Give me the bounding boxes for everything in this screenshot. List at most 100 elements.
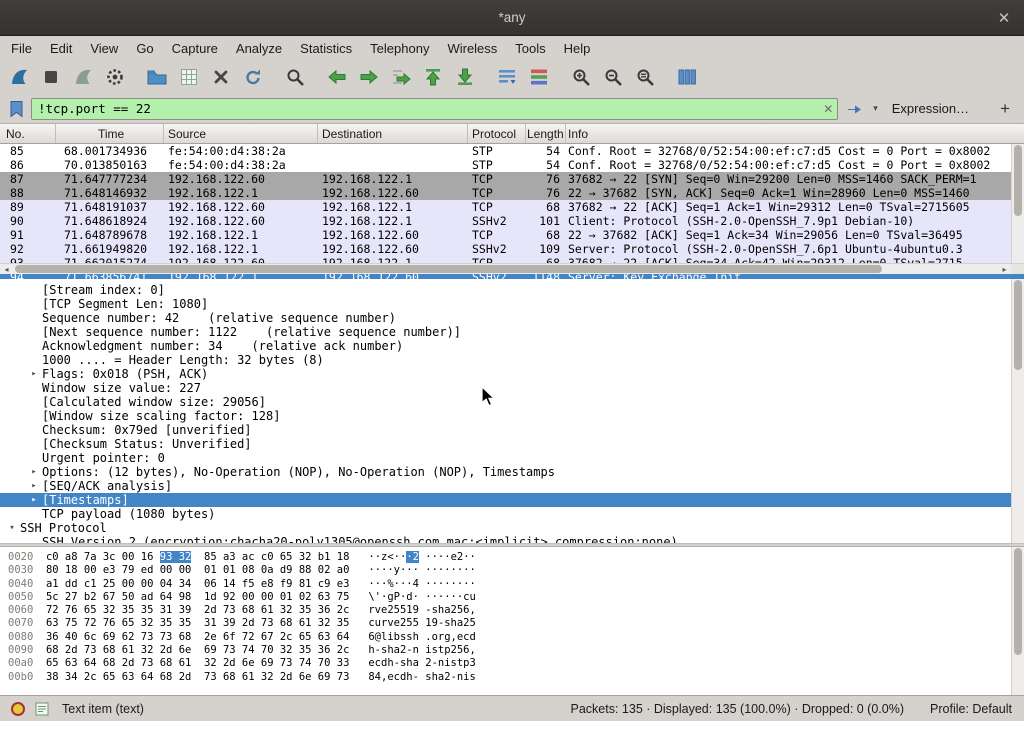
menu-capture[interactable]: Capture: [163, 38, 227, 59]
hex-row-0020[interactable]: 0020 c0 a8 7a 3c 00 16 93 32 85 a3 ac c0…: [8, 551, 1024, 564]
column-header-info[interactable]: Info: [566, 124, 1024, 143]
packet-row-91[interactable]: 9171.648789678192.168.122.1192.168.122.6…: [0, 228, 1024, 242]
auto-scroll-icon[interactable]: [492, 63, 522, 91]
status-profile[interactable]: Profile: Default: [930, 702, 1012, 716]
packet-row-87[interactable]: 8771.647777234192.168.122.60192.168.122.…: [0, 172, 1024, 186]
detail-line[interactable]: ▸[SEQ/ACK analysis]: [0, 479, 1024, 493]
packet-row-88[interactable]: 8871.648146932192.168.122.1192.168.122.6…: [0, 186, 1024, 200]
packet-row-86[interactable]: 8670.013850163fe:54:00:d4:38:2aSTP54Conf…: [0, 158, 1024, 172]
detail-line[interactable]: ▸Flags: 0x018 (PSH, ACK): [0, 367, 1024, 381]
packet-row-85[interactable]: 8568.001734936fe:54:00:d4:38:2aSTP54Conf…: [0, 144, 1024, 158]
detail-line[interactable]: [Checksum Status: Unverified]: [0, 437, 1024, 451]
go-to-packet-icon[interactable]: [386, 63, 416, 91]
packet-row-90[interactable]: 9071.648618924192.168.122.60192.168.122.…: [0, 214, 1024, 228]
hscroll-thumb[interactable]: [15, 265, 882, 273]
stop-capture-icon[interactable]: [36, 63, 66, 91]
detail-line[interactable]: [Next sequence number: 1122 (relative se…: [0, 325, 1024, 339]
close-window-button[interactable]: ✕: [992, 6, 1016, 30]
menu-tools[interactable]: Tools: [506, 38, 554, 59]
detail-line[interactable]: [Calculated window size: 29056]: [0, 395, 1024, 409]
restart-capture-icon[interactable]: [68, 63, 98, 91]
menu-file[interactable]: File: [2, 38, 41, 59]
detail-line[interactable]: Sequence number: 42 (relative sequence n…: [0, 311, 1024, 325]
hex-row-0070[interactable]: 0070 63 75 72 76 65 32 35 35 31 39 2d 73…: [8, 617, 1024, 630]
expander-collapsed-icon[interactable]: ▸: [26, 367, 42, 381]
filter-dropdown-caret-icon[interactable]: ▾: [870, 103, 881, 114]
save-file-icon[interactable]: [174, 63, 204, 91]
close-file-icon[interactable]: [206, 63, 236, 91]
menu-help[interactable]: Help: [555, 38, 600, 59]
expander-collapsed-icon[interactable]: ▸: [26, 493, 42, 507]
resize-columns-icon[interactable]: [672, 63, 702, 91]
column-header-time[interactable]: Time: [56, 124, 164, 143]
packet-row-92[interactable]: 9271.661949820192.168.122.1192.168.122.6…: [0, 242, 1024, 256]
filter-clear-icon[interactable]: ✕: [819, 100, 837, 118]
detail-line[interactable]: Urgent pointer: 0: [0, 451, 1024, 465]
go-forward-icon[interactable]: [354, 63, 384, 91]
hex-row-0040[interactable]: 0040 a1 dd c1 25 00 00 04 34 06 14 f5 e8…: [8, 578, 1024, 591]
filter-bookmark-icon[interactable]: [6, 98, 26, 120]
expression-button[interactable]: Expression…: [886, 101, 975, 116]
column-header-length[interactable]: Length: [526, 124, 566, 143]
filter-apply-button[interactable]: [843, 100, 865, 118]
detail-line[interactable]: [TCP Segment Len: 1080]: [0, 297, 1024, 311]
menu-analyze[interactable]: Analyze: [227, 38, 291, 59]
hex-row-0030[interactable]: 0030 80 18 00 e3 79 ed 00 00 01 01 08 0a…: [8, 564, 1024, 577]
hex-vscrollbar[interactable]: [1011, 547, 1024, 695]
titlebar[interactable]: *any ✕: [0, 0, 1024, 36]
detail-line[interactable]: 1000 .... = Header Length: 32 bytes (8): [0, 353, 1024, 367]
find-packet-icon[interactable]: [280, 63, 310, 91]
packet-row-89[interactable]: 8971.648191037192.168.122.60192.168.122.…: [0, 200, 1024, 214]
detail-line[interactable]: ▾SSH Protocol: [0, 521, 1024, 535]
go-top-icon[interactable]: [418, 63, 448, 91]
column-header-source[interactable]: Source: [164, 124, 318, 143]
detail-line[interactable]: TCP payload (1080 bytes): [0, 507, 1024, 521]
zoom-out-icon[interactable]: [598, 63, 628, 91]
capture-comment-icon[interactable]: [32, 699, 52, 719]
expert-info-icon[interactable]: [8, 699, 28, 719]
detail-line[interactable]: Acknowledgment number: 34 (relative ack …: [0, 339, 1024, 353]
detail-line[interactable]: [Window size scaling factor: 128]: [0, 409, 1024, 423]
menu-go[interactable]: Go: [127, 38, 162, 59]
menu-wireless[interactable]: Wireless: [438, 38, 506, 59]
detail-line[interactable]: ▸[Timestamps]: [0, 493, 1024, 507]
display-filter-input[interactable]: [32, 101, 819, 116]
scroll-right-icon[interactable]: ▸: [998, 264, 1011, 274]
capture-options-icon[interactable]: [100, 63, 130, 91]
hex-row-0080[interactable]: 0080 36 40 6c 69 62 73 73 68 2e 6f 72 67…: [8, 631, 1024, 644]
hex-row-0050[interactable]: 0050 5c 27 b2 67 50 ad 64 98 1d 92 00 00…: [8, 591, 1024, 604]
open-file-icon[interactable]: [142, 63, 172, 91]
packet-list-hscrollbar[interactable]: ◂ ▸: [0, 263, 1024, 274]
expander-collapsed-icon[interactable]: ▸: [26, 465, 42, 479]
details-vscrollbar[interactable]: [1011, 279, 1024, 543]
detail-line[interactable]: ▸Options: (12 bytes), No-Operation (NOP)…: [0, 465, 1024, 479]
column-header-no[interactable]: No.: [0, 124, 56, 143]
reload-icon[interactable]: [238, 63, 268, 91]
packet-list-vscrollbar[interactable]: [1011, 144, 1024, 263]
expander-expanded-icon[interactable]: ▾: [4, 521, 20, 535]
cell-dst: 192.168.122.60: [318, 186, 468, 200]
go-bottom-icon[interactable]: [450, 63, 480, 91]
go-back-icon[interactable]: [322, 63, 352, 91]
hex-row-0060[interactable]: 0060 72 76 65 32 35 35 31 39 2d 73 68 61…: [8, 604, 1024, 617]
detail-line[interactable]: [Stream index: 0]: [0, 283, 1024, 297]
scroll-left-icon[interactable]: ◂: [0, 264, 13, 274]
column-header-protocol[interactable]: Protocol: [468, 124, 526, 143]
zoom-in-icon[interactable]: [566, 63, 596, 91]
detail-line[interactable]: Window size value: 227: [0, 381, 1024, 395]
menu-edit[interactable]: Edit: [41, 38, 81, 59]
detail-line[interactable]: Checksum: 0x79ed [unverified]: [0, 423, 1024, 437]
expander-collapsed-icon[interactable]: ▸: [26, 479, 42, 493]
add-filter-button[interactable]: +: [994, 99, 1016, 119]
start-capture-icon[interactable]: [4, 63, 34, 91]
zoom-original-icon[interactable]: [630, 63, 660, 91]
menu-view[interactable]: View: [81, 38, 127, 59]
colorize-icon[interactable]: [524, 63, 554, 91]
menu-statistics[interactable]: Statistics: [291, 38, 361, 59]
detail-line[interactable]: SSH Version 2 (encryption:chacha20-poly1…: [0, 535, 1024, 543]
menu-telephony[interactable]: Telephony: [361, 38, 438, 59]
hex-row-00a0[interactable]: 00a0 65 63 64 68 2d 73 68 61 32 2d 6e 69…: [8, 657, 1024, 670]
hex-row-0090[interactable]: 0090 68 2d 73 68 61 32 2d 6e 69 73 74 70…: [8, 644, 1024, 657]
hex-row-00b0[interactable]: 00b0 38 34 2c 65 63 64 68 2d 73 68 61 32…: [8, 671, 1024, 684]
column-header-destination[interactable]: Destination: [318, 124, 468, 143]
